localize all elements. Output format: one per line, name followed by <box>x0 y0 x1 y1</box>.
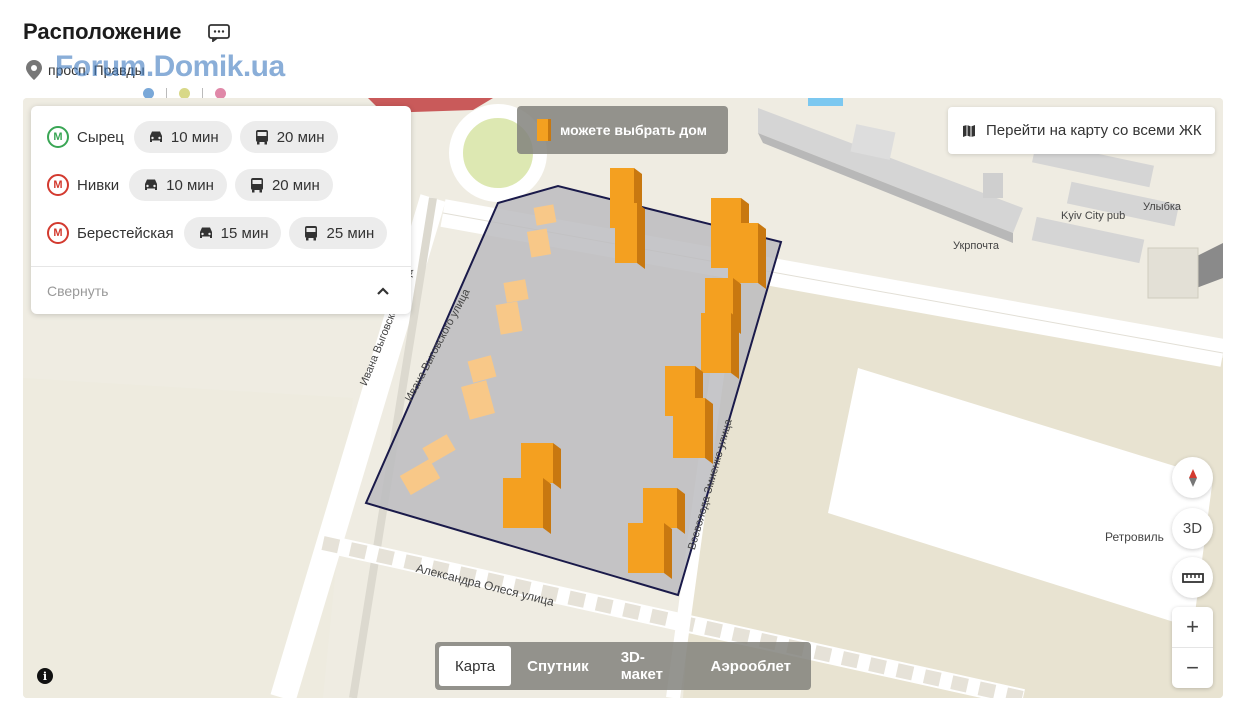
bus-time: 25 мин <box>326 224 375 242</box>
info-icon[interactable]: i <box>37 668 53 684</box>
bus-time: 20 мин <box>271 176 320 194</box>
zoom-out-button[interactable]: − <box>1172 648 1213 688</box>
car-time-pill: 15 мин <box>183 217 282 249</box>
building-side[interactable] <box>758 223 766 289</box>
chevron-up-icon[interactable] <box>375 284 391 298</box>
poi-label[interactable]: Ретровиль <box>1105 530 1164 544</box>
station-name: Сырец <box>77 128 124 146</box>
zoom-control: + − <box>1172 607 1213 688</box>
all-complexes-map-button[interactable]: Перейти на карту со всеми ЖК <box>948 107 1215 154</box>
select-house-tip: можете выбрать дом <box>517 106 728 154</box>
car-time: 15 мин <box>220 224 269 242</box>
car-time-pill: 10 мин <box>133 121 232 153</box>
building-tower[interactable] <box>643 488 677 528</box>
map-icon <box>963 124 975 137</box>
poi-label[interactable]: Улыбка <box>1143 201 1181 213</box>
building-tower[interactable] <box>701 313 731 373</box>
poi-label[interactable]: Kyiv City pub <box>1061 210 1125 222</box>
ruler-icon <box>1181 572 1204 583</box>
car-time-pill: 10 мин <box>129 169 227 201</box>
address-text: просп. Правды <box>48 62 145 78</box>
building-footprint[interactable] <box>503 279 529 303</box>
station-name: Берестейская <box>77 224 174 242</box>
bus-icon <box>250 178 263 193</box>
ruler-button[interactable] <box>1172 557 1213 598</box>
map-mode-tab[interactable]: 3D-макет <box>605 646 695 686</box>
building-footprint[interactable] <box>533 204 557 226</box>
map-mode-switcher: Карта Спутник 3D-макет Аэрооблет <box>435 642 811 690</box>
page-title: Расположение <box>23 19 182 44</box>
map-mode-tab[interactable]: Спутник <box>511 646 605 686</box>
building-tower[interactable] <box>628 523 664 573</box>
divider <box>31 266 411 267</box>
car-icon <box>145 179 158 190</box>
building-tower[interactable] <box>673 398 705 458</box>
bus-icon <box>305 226 318 241</box>
car-time: 10 мин <box>170 128 219 146</box>
tip-text: можете выбрать дом <box>560 122 707 138</box>
building-tower[interactable] <box>521 443 553 483</box>
transit-row: М Нивки 10 мин 20 мин <box>47 169 341 201</box>
metro-icon: М <box>47 174 69 196</box>
metro-icon: М <box>47 126 69 148</box>
building-side[interactable] <box>677 488 685 534</box>
building-side[interactable] <box>637 203 645 269</box>
transit-row: М Берестейская 15 мин 25 мин <box>47 217 395 249</box>
metro-icon: М <box>47 222 69 244</box>
car-icon <box>199 227 212 238</box>
compass-button[interactable] <box>1172 457 1213 498</box>
car-time: 10 мин <box>166 176 214 194</box>
bus-time-pill: 25 мин <box>289 217 388 249</box>
compass-icon <box>1188 468 1197 487</box>
poi-label[interactable]: Укрпочта <box>953 240 999 252</box>
all-complexes-map-label: Перейти на карту со всеми ЖК <box>986 122 1202 139</box>
building-side[interactable] <box>543 478 551 534</box>
bus-icon <box>255 130 268 145</box>
location-pin-icon <box>26 60 42 80</box>
bus-time: 20 мин <box>276 128 325 146</box>
station-name: Нивки <box>77 176 120 194</box>
building-tower[interactable] <box>503 478 543 528</box>
building-cube-icon <box>537 119 551 141</box>
map-mode-tab[interactable]: Карта <box>439 646 512 686</box>
building-tower[interactable] <box>615 203 637 263</box>
comment-icon[interactable] <box>208 24 230 42</box>
building-side[interactable] <box>731 313 739 379</box>
collapse-button[interactable]: Свернуть <box>47 283 108 299</box>
3d-toggle-button[interactable]: 3D <box>1172 508 1213 549</box>
transit-row: М Сырец 10 мин 20 мин <box>47 121 346 153</box>
building-side[interactable] <box>664 523 672 579</box>
zoom-in-button[interactable]: + <box>1172 607 1213 647</box>
building-side[interactable] <box>553 443 561 489</box>
map-mode-tab[interactable]: Аэрооблет <box>694 646 807 686</box>
transit-panel: М Сырец 10 мин 20 мин М Нивки 10 мин 20 … <box>31 106 411 314</box>
car-icon <box>149 131 162 142</box>
bus-time-pill: 20 мин <box>239 121 338 153</box>
address: просп. Правды <box>26 60 145 80</box>
building-tower[interactable] <box>728 223 758 283</box>
bus-time-pill: 20 мин <box>234 169 333 201</box>
